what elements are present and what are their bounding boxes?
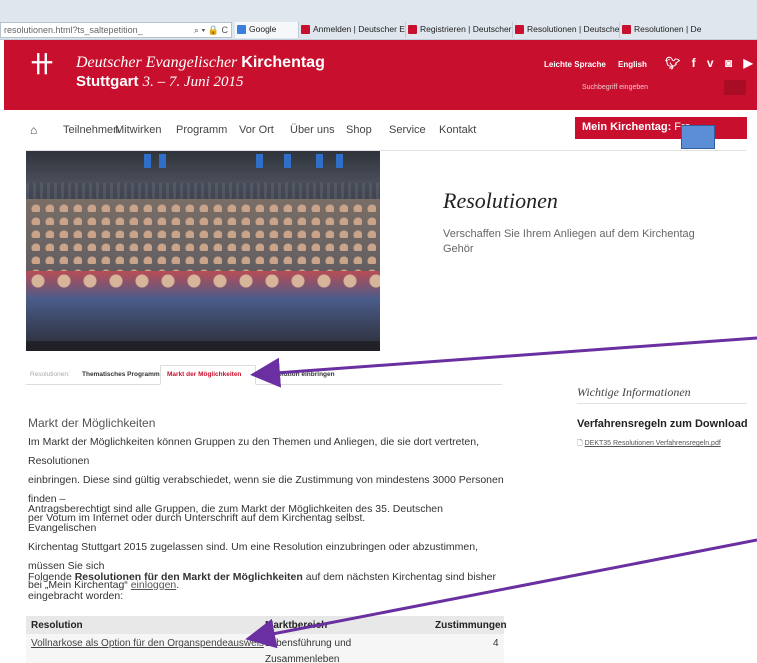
subnav-prefix: Resolutionen: bbox=[30, 371, 70, 378]
nav-item-teilnehmen[interactable]: Teilnehmen bbox=[63, 124, 119, 136]
language-links: Leichte Sprache English bbox=[544, 60, 657, 69]
search-input[interactable]: Suchbegriff eingeben bbox=[582, 84, 648, 91]
tab-label: Resolutionen | Deutscher Evan... bbox=[527, 24, 620, 34]
google-icon bbox=[237, 25, 246, 34]
brand-bold: Kirchentag bbox=[241, 54, 325, 71]
paragraph-line: Antragsberechtigt sind alle Gruppen, die… bbox=[28, 503, 443, 534]
sidebar-heading: Verfahrensregeln zum Download bbox=[577, 418, 748, 430]
kirchentag-icon bbox=[408, 25, 417, 34]
resolution-subnav: Resolutionen: Thematisches Programm Mark… bbox=[26, 365, 502, 385]
search-button[interactable] bbox=[724, 80, 746, 95]
twitter-icon[interactable]: 🐦︎ bbox=[665, 56, 680, 70]
hall-banner bbox=[336, 154, 343, 168]
main-content: Markt der Möglichkeiten bbox=[28, 416, 504, 430]
social-links: 🐦︎ f v ◙ ▶ bbox=[665, 56, 757, 70]
nav-item-shop[interactable]: Shop bbox=[346, 124, 372, 136]
brand-dates: 3. – 7. Juni 2015 bbox=[142, 74, 244, 90]
url-text: resolutionen.html?ts_saltepetition_ bbox=[4, 25, 143, 35]
hall-banner bbox=[256, 154, 263, 168]
hall-ceiling bbox=[26, 151, 380, 183]
kirchentag-logo-icon[interactable]: 卄 bbox=[30, 53, 54, 77]
brand-city: Stuttgart bbox=[76, 73, 139, 90]
brand-event: Stuttgart 3. – 7. Juni 2015 bbox=[76, 73, 244, 91]
section-title: Markt der Möglichkeiten bbox=[28, 416, 156, 430]
hall-banner bbox=[284, 154, 291, 168]
page-title: Resolutionen bbox=[443, 188, 558, 213]
tab-markt-der-moeglichkeiten[interactable]: Markt der Möglichkeiten bbox=[167, 371, 241, 378]
nav-item-kontakt[interactable]: Kontakt bbox=[439, 124, 476, 136]
sidebar-divider bbox=[577, 403, 747, 404]
zustimmungen-cell: 4 bbox=[493, 638, 499, 649]
site-header: 卄 Deutscher Evangelischer Kirchentag Stu… bbox=[4, 40, 757, 110]
download-link[interactable]: DEKT35 Resolutionen Verfahrensregeln.pdf bbox=[585, 440, 721, 447]
paragraph-text: Folgende bbox=[28, 571, 75, 583]
address-bar-controls[interactable]: ⌕ ▾ 🔒 C bbox=[194, 23, 228, 37]
crowd-front bbox=[26, 271, 380, 351]
page-subtitle: Verschaffen Sie Ihrem Anliegen auf dem K… bbox=[443, 228, 695, 255]
tab-label: Registrieren | Deutscher Evang... bbox=[420, 24, 512, 34]
nav-item-ueber-uns[interactable]: Über uns bbox=[290, 124, 335, 136]
resolution-cell: Vollnarkose als Option für den Organspen… bbox=[31, 638, 264, 649]
youtube-icon[interactable]: ▶ bbox=[744, 56, 753, 70]
download-item: 🗋 DEKT35 Resolutionen Verfahrensregeln.p… bbox=[577, 439, 721, 450]
column-header-zustimmungen[interactable]: Zustimmungen bbox=[435, 620, 507, 631]
pdf-file-icon: 🗋 bbox=[577, 440, 583, 447]
tab-label: Resolutionen | De bbox=[634, 24, 702, 34]
mein-kirchentag-text: Mein Kirchentag: bbox=[582, 121, 672, 133]
kirchentag-icon bbox=[622, 25, 631, 34]
nav-item-vor-ort[interactable]: Vor Ort bbox=[239, 124, 274, 136]
mein-kirchentag-label: Mein Kirchentag: Fra bbox=[582, 121, 691, 133]
browser-tab-registrieren[interactable]: Registrieren | Deutscher Evang... bbox=[406, 22, 513, 38]
paragraph-text: auf dem nächsten Kirchentag sind bisher bbox=[302, 571, 497, 583]
hero-photo bbox=[26, 151, 380, 351]
english-link[interactable]: English bbox=[618, 60, 647, 69]
mein-kirchentag-button[interactable]: Mein Kirchentag: Fra bbox=[575, 117, 747, 139]
list-intro-paragraph: Folgende Resolutionen für den Markt der … bbox=[28, 568, 506, 606]
tab-label: Anmelden | Deutscher Evangel... bbox=[313, 24, 405, 34]
tab-resolution-einbringen[interactable]: Resolution einbringen bbox=[266, 371, 335, 378]
nav-item-mitwirken[interactable]: Mitwirken bbox=[115, 124, 161, 136]
tab-thematisches-programm[interactable]: Thematisches Programm bbox=[82, 371, 160, 378]
browser-tab-anmelden[interactable]: Anmelden | Deutscher Evangel... bbox=[299, 22, 406, 38]
resolution-link[interactable]: Vollnarkose als Option für den Organspen… bbox=[31, 638, 264, 649]
hall-banner bbox=[316, 154, 323, 168]
browser-toolbar: resolutionen.html?ts_saltepetition_ ⌕ ▾ … bbox=[0, 0, 757, 40]
brand-italic: Deutscher Evangelischer bbox=[76, 54, 238, 71]
browser-tab-resolutionen-2[interactable]: Resolutionen | De bbox=[620, 22, 757, 38]
hall-banner bbox=[159, 154, 166, 168]
paragraph-bold: Resolutionen für den Markt der Möglichke… bbox=[74, 571, 303, 583]
facebook-icon[interactable]: f bbox=[692, 56, 696, 70]
instagram-icon[interactable]: ◙ bbox=[725, 56, 732, 70]
home-icon[interactable]: ⌂ bbox=[30, 123, 37, 137]
nav-item-service[interactable]: Service bbox=[389, 124, 426, 136]
photo-floor bbox=[26, 341, 380, 351]
address-bar[interactable]: resolutionen.html?ts_saltepetition_ ⌕ ▾ … bbox=[0, 22, 232, 38]
paragraph-line: eingebracht worden: bbox=[28, 590, 124, 602]
browser-tab-resolutionen[interactable]: Resolutionen | Deutscher Evan... bbox=[513, 22, 620, 38]
redaction-box bbox=[681, 125, 715, 149]
tab-label: Google bbox=[249, 24, 277, 34]
marktbereich-cell-line2: Zusammenleben bbox=[265, 654, 340, 663]
hall-banner bbox=[144, 154, 151, 168]
paragraph-line: Folgende Resolutionen für den Markt der … bbox=[28, 568, 506, 587]
column-header-marktbereich[interactable]: Marktbereich bbox=[265, 620, 327, 631]
marktbereich-cell: Lebensführung und bbox=[265, 638, 352, 649]
column-header-resolution[interactable]: Resolution bbox=[31, 620, 83, 631]
kirchentag-icon bbox=[301, 25, 310, 34]
sidebar-title: Wichtige Informationen bbox=[577, 385, 691, 399]
kirchentag-icon bbox=[515, 25, 524, 34]
leichte-sprache-link[interactable]: Leichte Sprache bbox=[544, 60, 606, 69]
vimeo-icon[interactable]: v bbox=[707, 56, 714, 70]
brand-name[interactable]: Deutscher Evangelischer Kirchentag bbox=[76, 54, 325, 72]
browser-tab-google[interactable]: Google bbox=[235, 22, 299, 38]
nav-item-programm[interactable]: Programm bbox=[176, 124, 227, 136]
paragraph-line: Im Markt der Möglichkeiten können Gruppe… bbox=[28, 436, 479, 467]
